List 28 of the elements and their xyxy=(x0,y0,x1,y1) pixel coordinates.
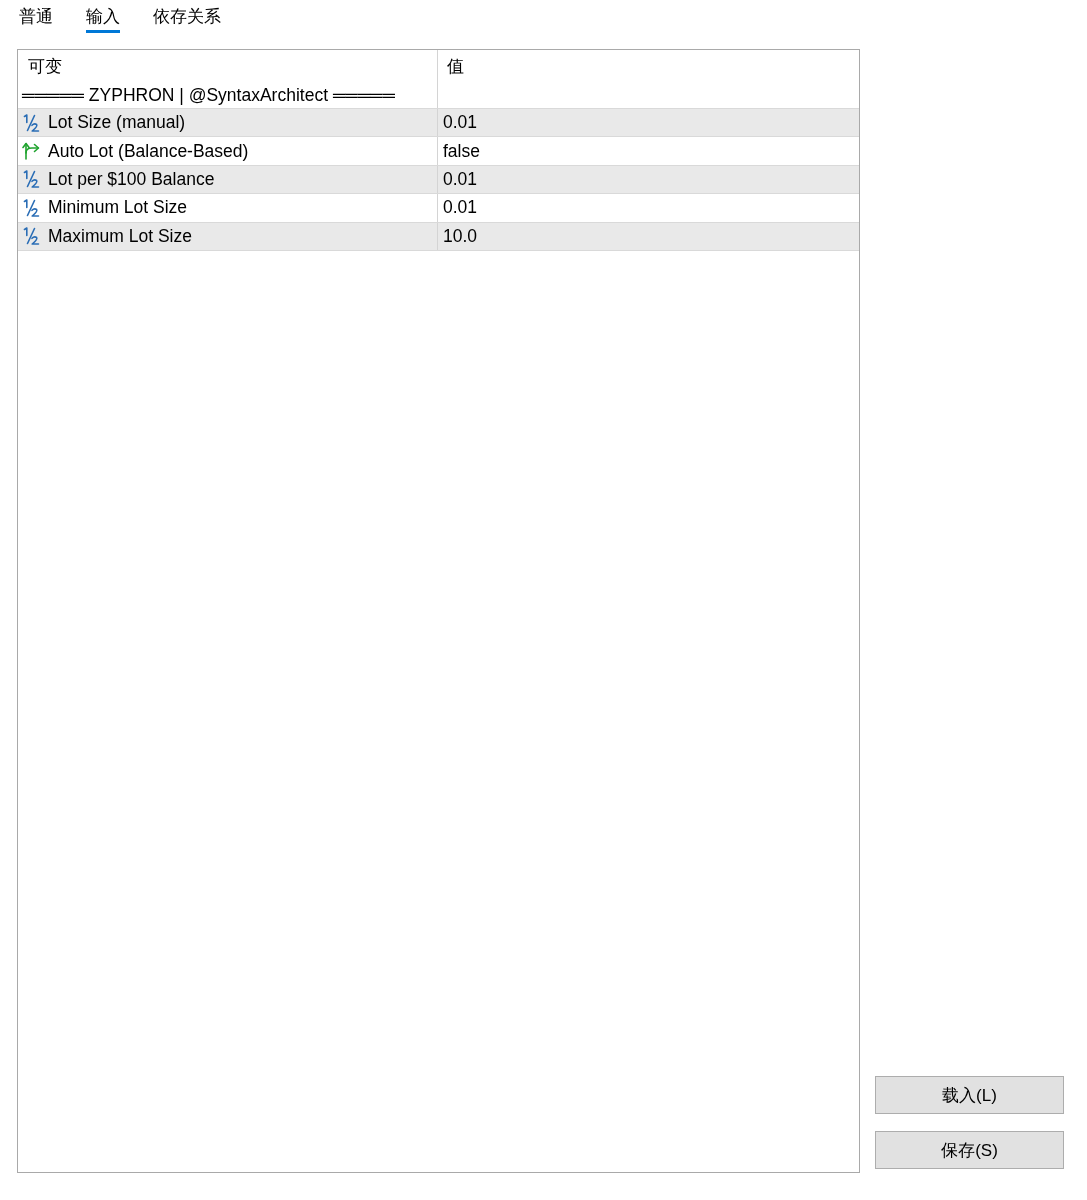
column-header: 值 xyxy=(447,55,464,78)
dialog-button[interactable]: 保存(S) xyxy=(875,1131,1064,1169)
parameter-name: Maximum Lot Size xyxy=(48,225,192,247)
group-separator-label: ═════ ZYPHRON | @SyntaxArchitect ═════ xyxy=(22,84,395,106)
parameter-name: Lot Size (manual) xyxy=(48,112,186,134)
parameter-value: 0.01 xyxy=(443,197,478,219)
table-row[interactable]: Auto Lot (Balance-Based) false xyxy=(18,137,859,166)
fraction-icon xyxy=(22,170,40,189)
fraction-icon xyxy=(22,198,40,217)
parameter-name: Auto Lot (Balance-Based) xyxy=(48,140,249,162)
parameter-value: 10.0 xyxy=(443,225,478,247)
table-row[interactable]: Lot Size (manual) 0.01 xyxy=(18,109,859,138)
fraction-icon xyxy=(22,113,40,132)
tab[interactable]: 输入 xyxy=(86,0,120,33)
tab[interactable]: 依存关系 xyxy=(153,0,221,33)
table-row[interactable]: Lot per $100 Balance 0.01 xyxy=(18,165,859,195)
table-row[interactable]: Minimum Lot Size 0.01 xyxy=(18,194,859,223)
parameter-value: false xyxy=(443,140,480,162)
tab[interactable]: 普通 xyxy=(19,0,53,33)
column-header: 可变 xyxy=(28,55,62,78)
parameter-value: 0.01 xyxy=(443,168,478,190)
branch-arrow-icon xyxy=(22,142,40,161)
table-row[interactable]: Maximum Lot Size 10.0 xyxy=(18,222,859,251)
dialog-button[interactable]: 载入(L) xyxy=(875,1076,1064,1114)
parameter-value: 0.01 xyxy=(443,112,478,134)
fraction-icon xyxy=(22,227,40,246)
parameter-name: Lot per $100 Balance xyxy=(48,168,215,190)
parameter-name: Minimum Lot Size xyxy=(48,197,188,219)
